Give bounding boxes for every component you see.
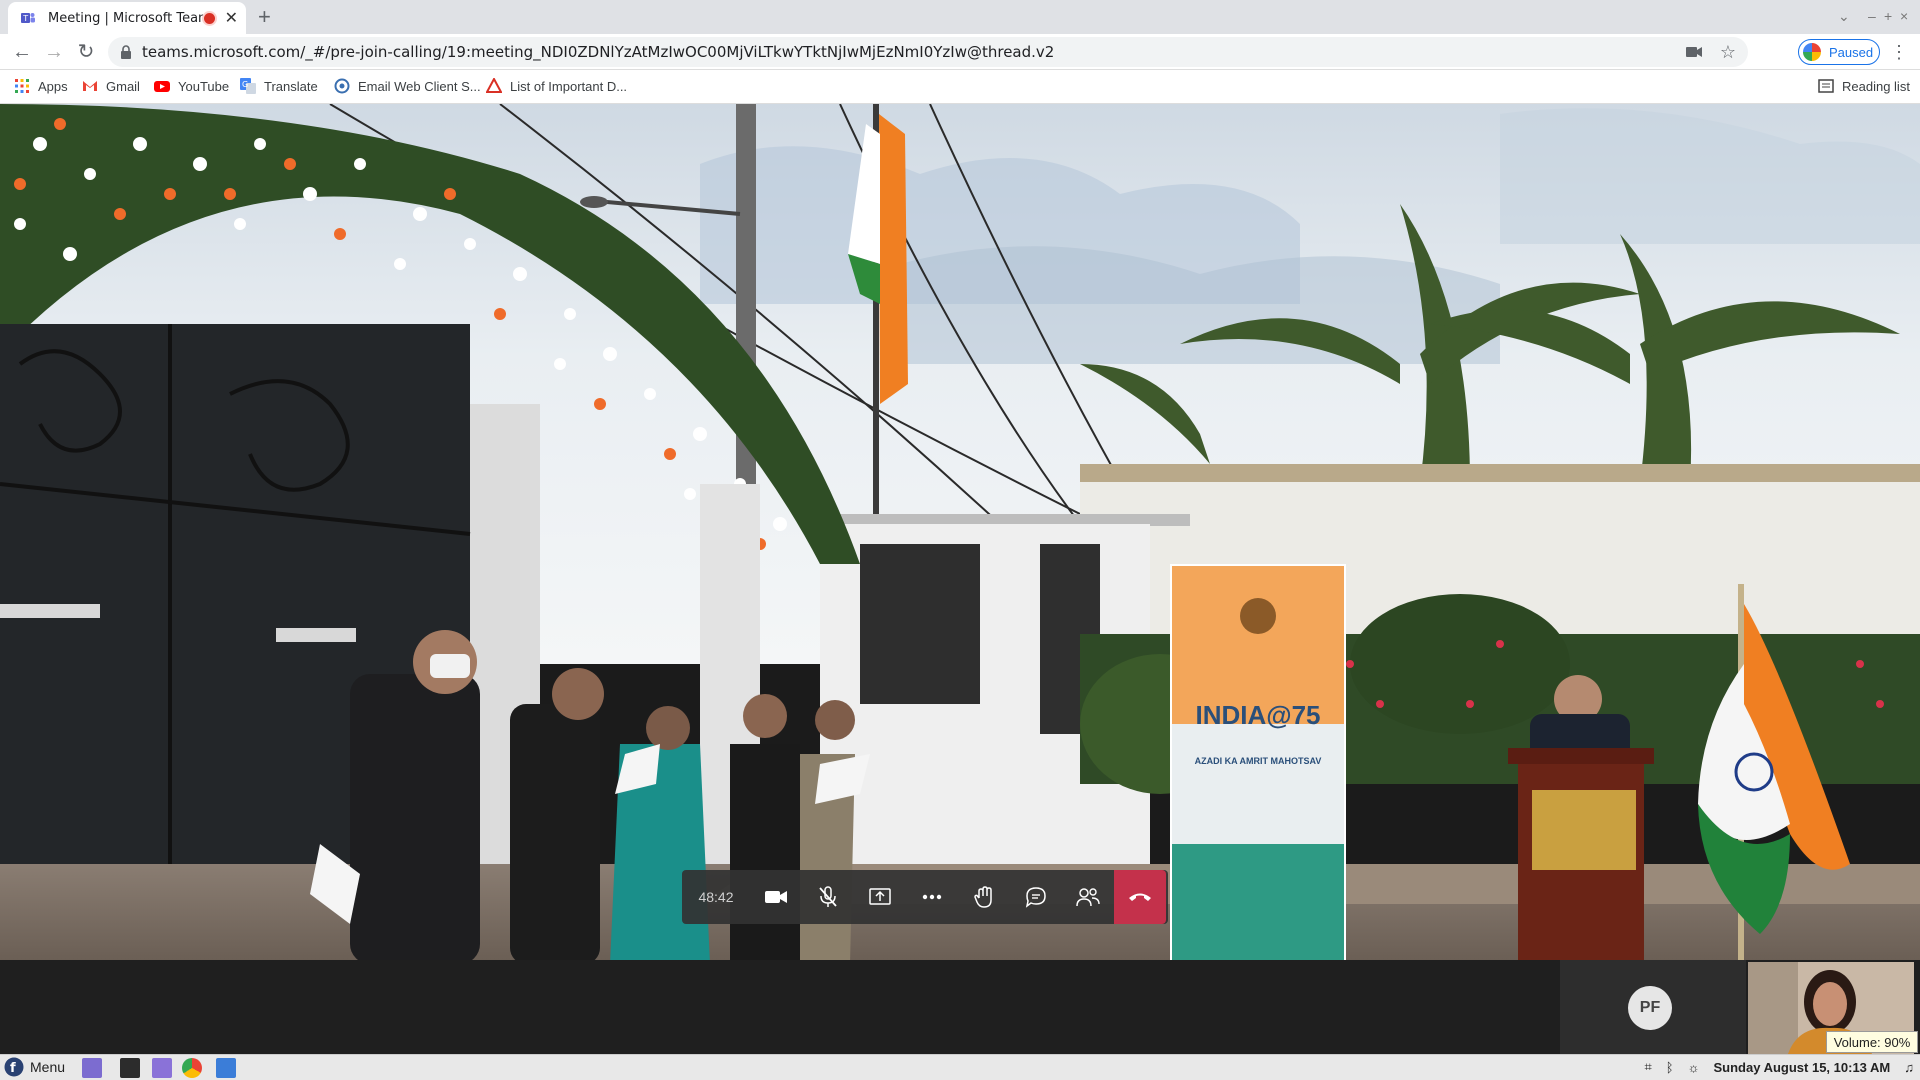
recording-indicator-icon — [203, 12, 215, 24]
tab-title: Meeting | Microsoft Teams — [48, 10, 204, 26]
youtube-icon — [154, 81, 170, 92]
share-screen-button[interactable] — [854, 870, 906, 924]
reading-list-button[interactable]: Reading list — [1818, 78, 1910, 94]
bookmarks-bar: Apps Gmail YouTube G Translate Email Web… — [0, 70, 1920, 104]
reading-list-icon — [1818, 79, 1834, 93]
browser-toolbar: ← → ↻ teams.microsoft.com/_#/pre-join-ca… — [0, 34, 1920, 70]
bookmark-label: List of Important D... — [510, 78, 628, 94]
tab-close-icon[interactable]: ✕ — [225, 8, 238, 28]
hang-up-button[interactable] — [1114, 870, 1166, 924]
pdf-icon — [486, 78, 502, 93]
more-dots-icon — [922, 894, 942, 900]
profile-status-label: Paused — [1829, 44, 1874, 60]
banner-subtitle: AZADI KA AMRIT MAHOTSAV — [1195, 756, 1322, 766]
terminal-icon[interactable] — [120, 1058, 140, 1078]
workspace-switcher-icon[interactable] — [82, 1058, 102, 1078]
hand-icon — [974, 886, 992, 908]
hang-up-phone-icon — [1129, 893, 1151, 901]
bookmark-gmail[interactable]: Gmail — [82, 78, 140, 94]
brightness-icon[interactable]: ☼ — [1688, 1060, 1700, 1075]
profile-avatar — [1803, 43, 1821, 61]
fedora-logo-icon: f — [4, 1057, 24, 1077]
browser-tab-strip: T Meeting | Microsoft Teams ✕ + ⌄ – + × — [0, 0, 1920, 34]
svg-text:T: T — [22, 14, 28, 23]
people-icon — [1076, 888, 1100, 907]
participant-avatar: PF — [1628, 986, 1672, 1030]
bookmark-label: Email Web Client S... — [358, 78, 481, 94]
bluetooth-icon[interactable]: ᛒ — [1666, 1060, 1674, 1075]
meeting-video-stage: INDIA@75 AZADI KA AMRIT MAHOTSAV — [0, 104, 1920, 960]
maximize-icon[interactable]: + — [1884, 8, 1892, 24]
text-editor-icon[interactable] — [216, 1058, 236, 1078]
camera-button[interactable] — [750, 870, 802, 924]
network-icon[interactable]: ⌗ — [1644, 1059, 1651, 1075]
reading-list-label: Reading list — [1842, 78, 1910, 94]
bookmark-label: Translate — [264, 78, 318, 94]
start-menu-button[interactable]: f Menu — [4, 1057, 65, 1077]
window-close-icon[interactable]: × — [1900, 8, 1908, 24]
url-path: /_#/pre-join-calling/19:meeting_NDI0ZDNl… — [300, 43, 1055, 61]
bookmark-youtube[interactable]: YouTube — [154, 78, 229, 94]
shared-video-feed: INDIA@75 AZADI KA AMRIT MAHOTSAV — [0, 104, 1920, 960]
banner-title: INDIA@75 — [1195, 700, 1320, 730]
system-tray: ⌗ ᛒ ☼ Sunday August 15, 10:13 AM ♫ — [1644, 1059, 1914, 1075]
share-tray-icon — [869, 888, 891, 905]
participants-button[interactable] — [1062, 870, 1114, 924]
tab-search-icon[interactable]: ⌄ — [1838, 8, 1850, 25]
bookmark-translate[interactable]: G Translate — [240, 78, 318, 94]
bookmark-important-docs[interactable]: List of Important D... — [486, 78, 627, 94]
os-taskbar: f Menu ⌗ ᛒ ☼ Sunday August 15, 10:13 AM … — [0, 1054, 1920, 1080]
apps-grid-icon — [15, 79, 29, 93]
file-manager-icon[interactable] — [152, 1058, 172, 1078]
email-client-icon — [334, 78, 350, 94]
forward-icon[interactable]: → — [42, 40, 66, 64]
new-tab-button[interactable]: + — [258, 4, 271, 30]
tab-meeting[interactable]: T Meeting | Microsoft Teams ✕ — [8, 2, 246, 34]
bookmark-label: Gmail — [106, 78, 140, 94]
svg-text:f: f — [10, 1061, 16, 1076]
lock-icon — [121, 45, 131, 59]
volume-tooltip: Volume: 90% — [1826, 1031, 1918, 1053]
chat-bubble-icon — [1025, 887, 1046, 908]
meeting-timer: 48:42 — [698, 889, 734, 905]
meeting-controls-bar: 48:42 — [682, 870, 1168, 924]
profile-button[interactable]: Paused — [1798, 39, 1880, 65]
music-note-icon[interactable]: ♫ — [1904, 1060, 1914, 1075]
bookmark-email-client[interactable]: Email Web Client S... — [334, 78, 481, 94]
url-host: teams.microsoft.com — [142, 43, 301, 61]
video-camera-icon — [765, 891, 787, 903]
teams-icon: T — [21, 13, 35, 23]
start-menu-label: Menu — [30, 1059, 66, 1075]
reload-icon[interactable]: ↻ — [74, 40, 98, 64]
svg-text:G: G — [242, 80, 248, 89]
raise-hand-button[interactable] — [958, 870, 1010, 924]
bookmark-label: YouTube — [178, 78, 230, 94]
translate-icon: G — [240, 78, 256, 94]
bookmark-label: Apps — [38, 78, 68, 94]
chat-button[interactable] — [1010, 870, 1062, 924]
browser-menu-icon[interactable]: ⋮ — [1890, 42, 1908, 63]
clock-datetime[interactable]: Sunday August 15, 10:13 AM — [1714, 1060, 1891, 1075]
mute-button[interactable] — [802, 870, 854, 924]
gmail-icon — [83, 81, 97, 91]
address-bar[interactable]: teams.microsoft.com/_#/pre-join-calling/… — [108, 37, 1748, 67]
microphone-off-icon — [819, 886, 837, 907]
back-icon[interactable]: ← — [10, 40, 34, 64]
minimize-icon[interactable]: – — [1868, 8, 1876, 24]
camera-in-use-icon[interactable] — [1685, 46, 1702, 58]
more-actions-button[interactable] — [906, 870, 958, 924]
bookmark-apps[interactable]: Apps — [14, 78, 68, 94]
bookmark-star-icon[interactable]: ☆ — [1720, 42, 1736, 63]
chrome-icon[interactable] — [182, 1058, 202, 1078]
